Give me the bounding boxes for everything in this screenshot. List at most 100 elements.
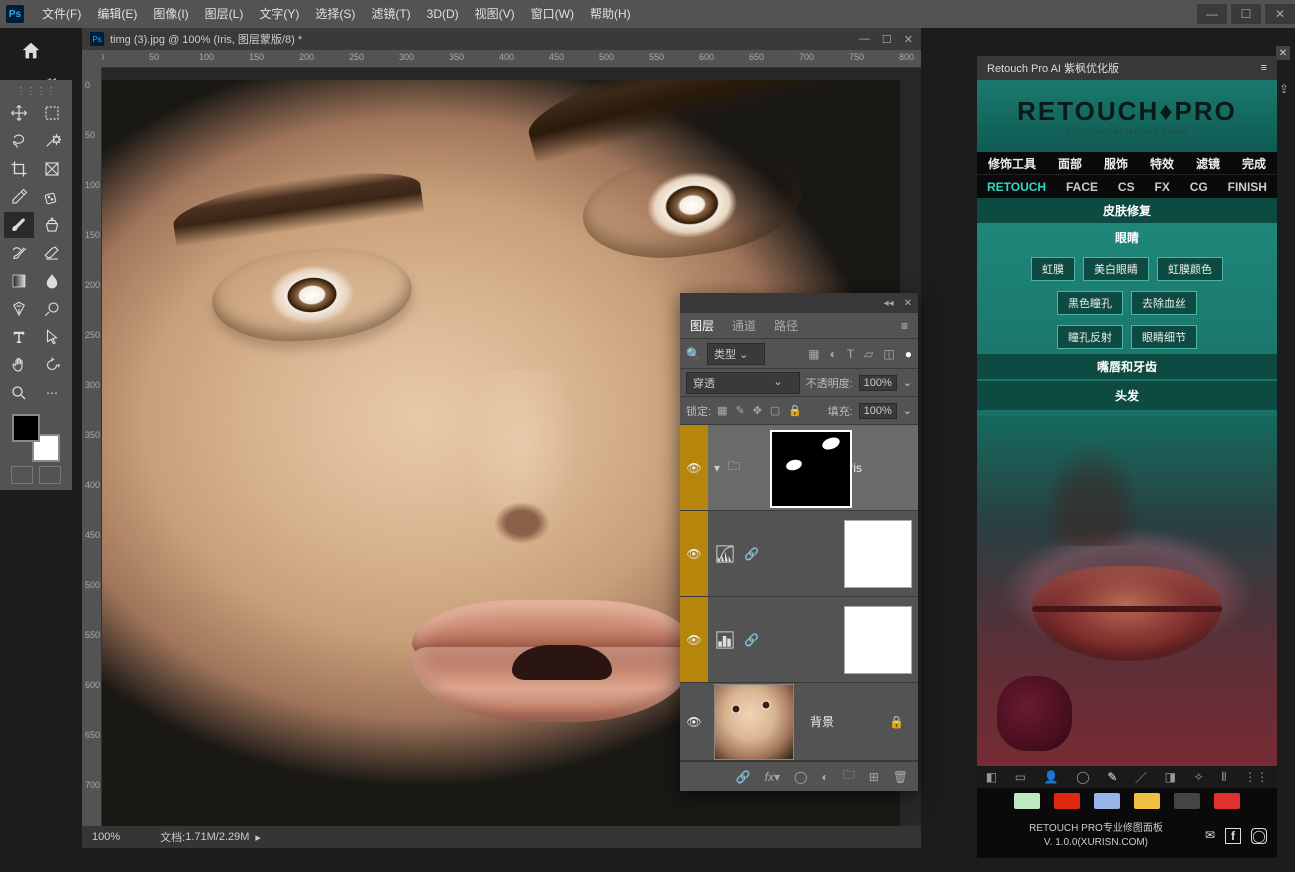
mail-icon[interactable]: ✉	[1205, 828, 1215, 844]
menu-select[interactable]: 选择(S)	[307, 0, 363, 28]
filter-type-select[interactable]: 类型 ⌄	[707, 343, 765, 365]
flag-0[interactable]	[1014, 793, 1040, 809]
lock-icon[interactable]: 🔒	[889, 715, 904, 729]
eyedropper-tool[interactable]	[4, 184, 34, 210]
facebook-icon[interactable]: f	[1225, 828, 1241, 844]
home-icon[interactable]	[15, 35, 47, 67]
menu-filter[interactable]: 滤镜(T)	[363, 0, 418, 28]
window-maximize-icon[interactable]: ☐	[1231, 4, 1261, 24]
section-skin[interactable]: 皮肤修复	[977, 198, 1277, 223]
ruler-horizontal[interactable]: 0501001502002503003504004505005506006507…	[102, 50, 921, 68]
btn-black-pupil[interactable]: 黑色瞳孔	[1057, 291, 1123, 315]
tab-channels[interactable]: 通道	[732, 317, 756, 334]
menu-layer[interactable]: 图层(L)	[197, 0, 252, 28]
add-mask-icon[interactable]: ◯	[794, 770, 807, 784]
zoom-tool[interactable]	[4, 380, 34, 406]
flag-1[interactable]	[1054, 793, 1080, 809]
nav-cn-cs[interactable]: 服饰	[1104, 155, 1128, 172]
ext-tool-2-icon[interactable]: ▭	[1015, 770, 1026, 784]
fill-value[interactable]: 100%	[859, 403, 897, 419]
color-swatches[interactable]	[12, 414, 60, 462]
zoom-level[interactable]: 100%	[92, 831, 120, 843]
window-close-icon[interactable]: ✕	[1265, 4, 1295, 24]
share-icon[interactable]: ⇪	[1275, 80, 1293, 98]
layer-mask-thumb[interactable]	[770, 430, 852, 508]
nav-cn-cg[interactable]: 滤镜	[1196, 155, 1220, 172]
menu-file[interactable]: 文件(F)	[34, 0, 89, 28]
nav-en-cs[interactable]: CS	[1118, 180, 1135, 194]
nav-cn-fx[interactable]: 特效	[1150, 155, 1174, 172]
nav-en-fx[interactable]: FX	[1154, 180, 1169, 194]
visibility-toggle-icon[interactable]: 👁	[680, 597, 708, 682]
filter-adjust-icon[interactable]: ◐	[830, 347, 837, 361]
nav-en-cg[interactable]: CG	[1190, 180, 1208, 194]
flag-5[interactable]	[1214, 793, 1240, 809]
nav-cn-face[interactable]: 面部	[1058, 155, 1082, 172]
ext-tool-6-icon[interactable]: ／	[1135, 769, 1147, 786]
ext-tool-8-icon[interactable]: ✧	[1194, 770, 1204, 784]
menu-3d[interactable]: 3D(D)	[419, 0, 467, 28]
clone-stamp-tool[interactable]	[37, 212, 67, 238]
btn-eye-details[interactable]: 眼睛细节	[1131, 325, 1197, 349]
btn-iris[interactable]: 虹膜	[1031, 257, 1075, 281]
layer-name[interactable]: 背景	[810, 713, 834, 730]
menu-window[interactable]: 窗口(W)	[523, 0, 582, 28]
blend-mode-select[interactable]: 穿透⌄	[686, 372, 800, 394]
nav-en-face[interactable]: FACE	[1066, 180, 1098, 194]
nav-en-finish[interactable]: FINISH	[1228, 180, 1267, 194]
foreground-swatch[interactable]	[12, 414, 40, 442]
lock-artboard-icon[interactable]: ▢	[770, 404, 780, 417]
new-group-icon[interactable]: 🗀	[843, 766, 855, 787]
panel-menu-icon[interactable]: ≡	[901, 319, 908, 333]
status-arrow-icon[interactable]: ▸	[255, 831, 261, 844]
delete-layer-icon[interactable]: 🗑	[893, 770, 908, 784]
window-minimize-icon[interactable]: —	[1197, 4, 1227, 24]
menu-image[interactable]: 图像(I)	[145, 0, 196, 28]
lock-transparency-icon[interactable]: ▦	[717, 404, 727, 417]
gradient-tool[interactable]	[4, 268, 34, 294]
doc-maximize-icon[interactable]: ☐	[882, 33, 892, 46]
filter-pixel-icon[interactable]: ▦	[808, 347, 819, 361]
tab-layers[interactable]: 图层	[690, 317, 714, 334]
layer-row[interactable]: 👁 背景 🔒	[680, 683, 918, 761]
move-tool[interactable]	[4, 100, 34, 126]
pen-tool[interactable]	[4, 296, 34, 322]
ext-tool-10-icon[interactable]: ⋮⋮	[1244, 770, 1268, 784]
filter-type-icon[interactable]: T	[847, 347, 854, 361]
new-adjustment-icon[interactable]: ◐	[821, 770, 828, 784]
layer-row[interactable]: 👁 🔗	[680, 511, 918, 597]
link-layers-icon[interactable]: 🔗	[736, 770, 751, 784]
visibility-toggle-icon[interactable]: 👁	[680, 683, 708, 760]
crop-tool[interactable]	[4, 156, 34, 182]
menu-help[interactable]: 帮助(H)	[582, 0, 639, 28]
dodge-tool[interactable]	[37, 296, 67, 322]
btn-iris-color[interactable]: 虹膜颜色	[1157, 257, 1223, 281]
section-hair[interactable]: 头发	[977, 381, 1277, 410]
layer-thumb[interactable]	[714, 684, 794, 760]
lasso-tool[interactable]	[4, 128, 34, 154]
menu-view[interactable]: 视图(V)	[467, 0, 523, 28]
nav-cn-retouch[interactable]: 修饰工具	[988, 155, 1036, 172]
document-titlebar[interactable]: Ps timg (3).jpg @ 100% (Iris, 图层蒙版/8) * …	[82, 28, 921, 50]
frame-tool[interactable]	[37, 156, 67, 182]
ext-menu-icon[interactable]: ≡	[1261, 62, 1267, 74]
screenmode-icon[interactable]	[39, 466, 61, 484]
fill-arrow-icon[interactable]: ⌄	[903, 404, 912, 417]
lock-pixels-icon[interactable]: ✎	[735, 404, 744, 417]
nav-en-retouch[interactable]: RETOUCH	[987, 180, 1046, 194]
layer-mask-thumb[interactable]	[844, 520, 912, 588]
link-icon[interactable]: 🔗	[744, 633, 759, 647]
marquee-tool[interactable]	[37, 100, 67, 126]
filter-toggle-icon[interactable]: ●	[905, 347, 912, 361]
flag-3[interactable]	[1134, 793, 1160, 809]
btn-whiten-eyes[interactable]: 美白眼睛	[1083, 257, 1149, 281]
nav-cn-finish[interactable]: 完成	[1242, 155, 1266, 172]
rotate-view-tool[interactable]	[37, 352, 67, 378]
visibility-toggle-icon[interactable]: 👁	[680, 425, 708, 510]
ext-tool-3-icon[interactable]: 👤	[1044, 770, 1059, 784]
flag-4[interactable]	[1174, 793, 1200, 809]
edit-toolbar-icon[interactable]: ⋯	[37, 380, 67, 406]
layer-mask-thumb[interactable]	[844, 606, 912, 674]
layer-fx-icon[interactable]: fx▾	[765, 770, 780, 784]
ext-tool-7-icon[interactable]: ◨	[1165, 770, 1176, 784]
